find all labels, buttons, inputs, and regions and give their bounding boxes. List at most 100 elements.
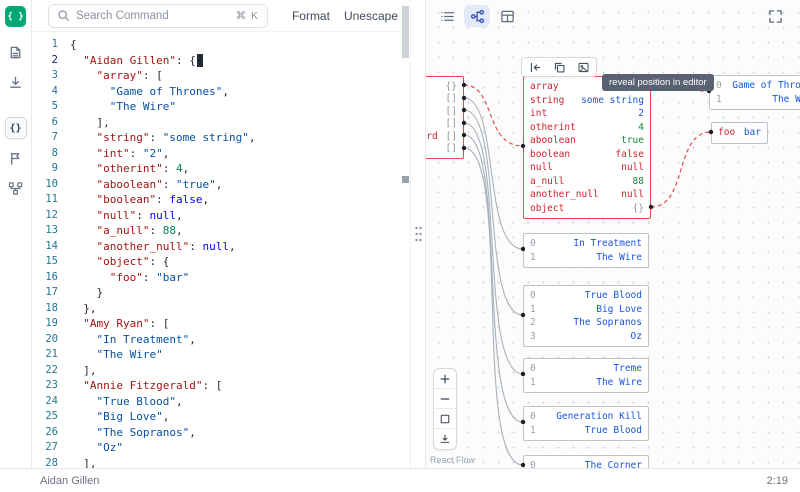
node-value: [] xyxy=(446,93,457,104)
format-button[interactable]: Format xyxy=(292,9,330,23)
scrollbar-cursor-marker xyxy=(402,176,409,183)
node-key: boolean xyxy=(530,149,570,160)
app-window: { } {} Search Command ⌘ K xyxy=(0,0,800,492)
node-row: Alice Farmer[] xyxy=(425,143,463,156)
fullscreen-button[interactable] xyxy=(762,5,788,27)
graph-node-object-foo[interactable]: foobar xyxy=(711,122,768,144)
editor-line: 2 "Aidan Gillen": { xyxy=(32,53,410,69)
unescape-button[interactable]: Unescape xyxy=(344,9,398,23)
scrollbar-thumb[interactable] xyxy=(402,6,409,58)
node-value: {} xyxy=(633,203,644,214)
node-row: object {} xyxy=(524,202,650,216)
node-row: Amy Ryan[] xyxy=(425,93,463,106)
node-row: 1The Wire xyxy=(524,376,648,390)
node-row: 1The Wire xyxy=(710,93,800,107)
node-key: object xyxy=(530,203,564,214)
node-row: 0Game of Thrones xyxy=(710,79,800,93)
export-file-icon[interactable] xyxy=(5,41,27,63)
node-value: In Treatment xyxy=(573,238,642,249)
node-value: Treme xyxy=(613,363,642,374)
view-flow-button[interactable] xyxy=(464,5,490,27)
search-command-input[interactable]: Search Command ⌘ K xyxy=(48,4,268,28)
zoom-in-button[interactable] xyxy=(434,369,456,389)
search-icon xyxy=(57,9,70,22)
json-braces-icon[interactable]: {} xyxy=(5,117,27,139)
line-number: 14 xyxy=(32,239,58,255)
editor-line: 24 "True Blood", xyxy=(32,394,410,410)
editor-line: 19 "Amy Ryan": [ xyxy=(32,316,410,332)
editor-line: 26 "The Sopranos", xyxy=(32,425,410,441)
flag-icon[interactable] xyxy=(5,147,27,169)
reveal-in-editor-button[interactable] xyxy=(524,59,546,75)
resizer-grip-icon xyxy=(414,225,423,246)
node-row: Anwan Glover[] xyxy=(425,118,463,131)
graph-node-aidan-gillen[interactable]: array[]stringsome stringint2otherint4abo… xyxy=(523,76,651,219)
node-key: another_null xyxy=(530,189,599,200)
editor-pane: Search Command ⌘ K Format Unescape 1{2 "… xyxy=(32,0,410,468)
react-flow-attribution[interactable]: React Flow xyxy=(430,455,475,465)
editor-line: 17 } xyxy=(32,285,410,301)
node-row: foobar xyxy=(712,126,767,140)
node-graph-icon[interactable] xyxy=(5,177,27,199)
copy-node-button[interactable] xyxy=(548,59,570,75)
line-number: 17 xyxy=(32,285,58,301)
graph-node-aidan-gillen-array[interactable]: 0Game of Thrones1The Wire xyxy=(709,75,800,110)
editor-code[interactable]: 1{2 "Aidan Gillen": {3 "array": [4 "Game… xyxy=(32,32,410,468)
node-row: abooleantrue xyxy=(524,134,650,148)
node-value: bar xyxy=(744,127,761,138)
line-number: 25 xyxy=(32,409,58,425)
zoom-out-button[interactable] xyxy=(434,389,456,409)
line-number: 15 xyxy=(32,254,58,270)
download-image-button[interactable] xyxy=(434,429,456,449)
status-bar: Aidan Gillen 2:19 xyxy=(0,468,800,492)
editor-line: 3 "array": [ xyxy=(32,68,410,84)
status-json-path: Aidan Gillen xyxy=(40,475,99,487)
graph-node-anwan-glover[interactable]: 0Treme1The Wire xyxy=(523,358,649,393)
node-row: 2The Sopranos xyxy=(524,316,648,330)
graph-node-root[interactable]: Aidan Gillen{}Amy Ryan[]Annie Fitzgerald… xyxy=(425,76,464,159)
editor-line: 21 "The Wire" xyxy=(32,347,410,363)
editor-line: 16 "foo": "bar" xyxy=(32,270,410,286)
graph-node-alexander-skarsgard[interactable]: 0Generation Kill1True Blood xyxy=(523,406,649,441)
node-value: true xyxy=(621,135,644,146)
download-icon[interactable] xyxy=(5,71,27,93)
editor-line: 14 "another_null": null, xyxy=(32,239,410,255)
editor-line: 1{ xyxy=(32,37,410,53)
line-number: 21 xyxy=(32,347,58,363)
view-grid-button[interactable] xyxy=(494,5,520,27)
node-value: [] xyxy=(446,143,457,154)
graph-node-annie-fitzgerald[interactable]: 0True Blood1Big Love2The Sopranos3Oz xyxy=(523,285,649,347)
editor-line: 9 "otherint": 4, xyxy=(32,161,410,177)
node-value: [] xyxy=(446,118,457,129)
line-number: 2 xyxy=(32,53,58,69)
line-number: 1 xyxy=(32,37,58,53)
view-tree-button[interactable] xyxy=(434,5,460,27)
graph-pane[interactable]: Aidan Gillen{}Amy Ryan[]Annie Fitzgerald… xyxy=(425,0,800,468)
line-number: 23 xyxy=(32,378,58,394)
node-value: Big Love xyxy=(596,304,642,315)
node-row: 3Oz xyxy=(524,330,648,344)
editor-actions: Format Unescape xyxy=(292,9,398,23)
editor-scrollbar[interactable] xyxy=(400,0,410,468)
line-number: 3 xyxy=(32,68,58,84)
node-value: The Wire xyxy=(772,94,800,105)
graph-node-amy-ryan[interactable]: 0In Treatment1The Wire xyxy=(523,233,649,268)
line-number: 7 xyxy=(32,130,58,146)
node-index: 0 xyxy=(530,411,536,422)
line-number: 24 xyxy=(32,394,58,410)
command-bar: Search Command ⌘ K Format Unescape xyxy=(32,0,410,32)
editor-line: 12 "null": null, xyxy=(32,208,410,224)
editor-line: 5 "The Wire" xyxy=(32,99,410,115)
fit-view-button[interactable] xyxy=(434,409,456,429)
node-row: booleanfalse xyxy=(524,148,650,162)
node-value: Generation Kill xyxy=(556,411,642,422)
node-row: otherint4 xyxy=(524,121,650,135)
pane-resizer[interactable] xyxy=(410,0,425,468)
line-number: 22 xyxy=(32,363,58,379)
export-image-button[interactable] xyxy=(572,59,594,75)
braces-glyph: {} xyxy=(9,123,21,134)
app-logo[interactable]: { } xyxy=(5,6,26,27)
node-key: Alexander Skarsgard xyxy=(425,131,438,142)
graph-node-alice-farmer[interactable]: 0The Corner xyxy=(523,455,649,468)
node-value: null xyxy=(621,162,644,173)
